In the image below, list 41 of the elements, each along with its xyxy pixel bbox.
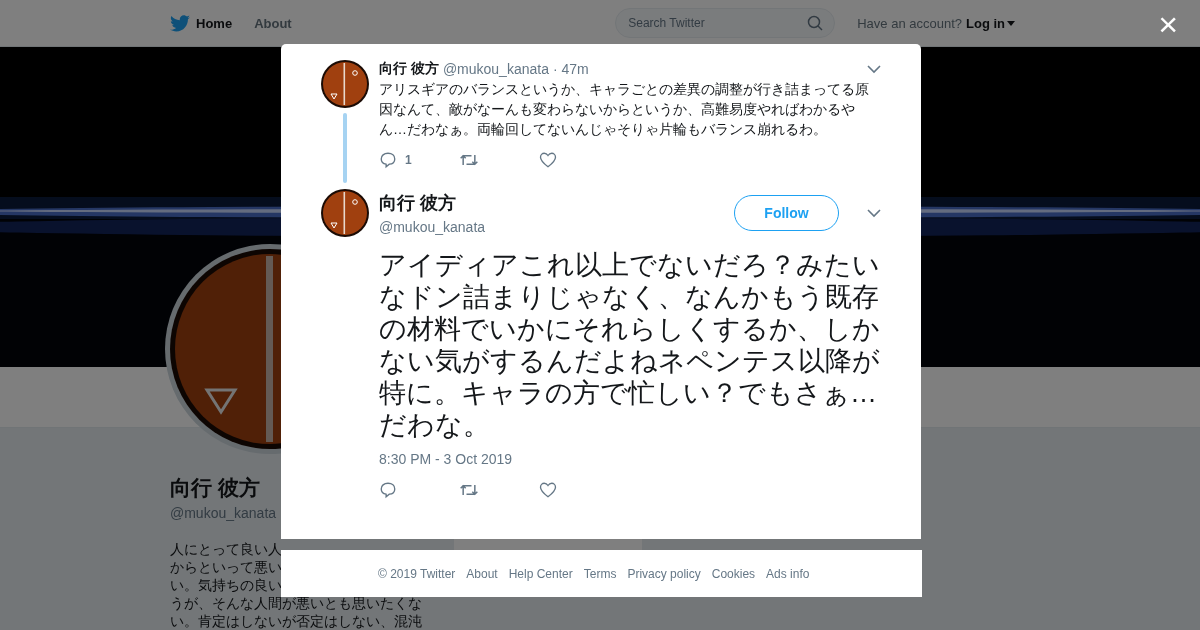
tweet-text: アリスギアのバランスというか、キャラごとの差異の調整が行き詰まってる原因なんて、敵がなーんも変わらないからというか、高難易度やればわかるやん…だわなぁ。両輪回してないんじゃそりゃ片輪もバランス崩れるわ。: [379, 80, 870, 139]
heart-icon[interactable]: [539, 481, 557, 499]
author-handle: @mukou_kanata: [442, 61, 549, 77]
heart-icon[interactable]: [539, 151, 557, 169]
close-button[interactable]: ×: [1158, 6, 1178, 42]
bio-text: からといって悪い: [170, 559, 282, 577]
nav-link[interactable]: Home: [170, 14, 233, 32]
footer-link[interactable]: About: [466, 566, 498, 581]
footer-link[interactable]: Cookies: [711, 566, 756, 581]
author-handle: @mukou_kanata: [379, 219, 487, 235]
bio-text: うが、そんな人間が悪いとも思いたくな: [170, 595, 422, 613]
tweet-text: アイディアこれ以上でないだろ？みたいなドン詰まりじゃなく、なんかもう既存の材料でいかにそれらしくするか、しかない気がするんだよねネペンテス以降が特に。キャラの方で忙しい？でもさぁ…だわな。: [379, 249, 881, 441]
author-name: 向行 彼方: [379, 192, 457, 215]
footer-link[interactable]: Privacy policy: [627, 566, 701, 581]
account-prompt: Have an account?: [857, 15, 962, 31]
bio-text: 人にとって良い人: [170, 541, 282, 559]
nav-link[interactable]: About: [254, 15, 292, 31]
reply-icon[interactable]: [379, 481, 397, 499]
follow-button[interactable]: Follow: [734, 195, 839, 231]
caret-icon: [1007, 20, 1015, 26]
chevron-down-icon[interactable]: [867, 64, 881, 74]
reply-count: 1: [405, 153, 412, 167]
profile-handle: @mukou_kanata: [170, 505, 277, 521]
avatar-image: [321, 189, 369, 237]
bio-text: い。気持ちの良い: [170, 577, 282, 595]
reply-icon[interactable]: [379, 151, 397, 169]
login-link[interactable]: Log in: [966, 15, 1015, 31]
chevron-down-icon[interactable]: [867, 208, 881, 218]
tweet-time: · 47m: [552, 61, 589, 77]
footer-link[interactable]: Ads info: [766, 566, 810, 581]
author-name: 向行 彼方: [379, 60, 439, 78]
copyright-text: © 2019 Twitter: [378, 566, 456, 581]
bird-icon: [170, 14, 190, 32]
footer-link[interactable]: Terms: [583, 566, 617, 581]
tweet-timestamp: 8:30 PM - 3 Oct 2019: [379, 451, 514, 467]
footer-link[interactable]: Help Center: [508, 566, 573, 581]
search-field[interactable]: Search Twitter: [615, 8, 836, 38]
profile-name: 向行 彼方: [170, 475, 260, 501]
bio-text: い。肯定はしないが否定はしない、混沌: [170, 613, 422, 630]
search-icon: [807, 15, 824, 31]
avatar-image: [321, 60, 369, 108]
